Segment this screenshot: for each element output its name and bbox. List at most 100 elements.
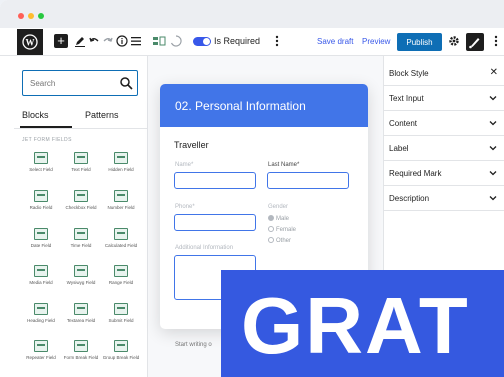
last-name-input[interactable]	[267, 172, 349, 189]
block-time-field[interactable]: Time Field	[59, 228, 103, 248]
close-icon[interactable]: ✕	[490, 67, 498, 78]
loading-icon	[170, 35, 182, 49]
jet-form-fields-heading: JET FORM FIELDS	[22, 137, 72, 143]
traveller-heading: Traveller	[174, 140, 209, 150]
chevron-down-icon	[489, 121, 497, 126]
block-textarea-field[interactable]: Textarea Field	[59, 303, 103, 323]
form-step-header: 02. Personal Information	[160, 84, 368, 127]
repeater-field-icon	[34, 340, 48, 352]
styles-brush-icon[interactable]	[466, 33, 484, 51]
radio-icon	[268, 237, 274, 243]
name-label: Name*	[175, 162, 194, 168]
radio-icon	[268, 226, 274, 232]
tab-blocks[interactable]: Blocks	[22, 110, 49, 120]
block-checkbox-field[interactable]: Checkbox Field	[59, 190, 103, 210]
editor-window: W + Is Required Save draft Preview Publi…	[0, 0, 504, 377]
block-media-field[interactable]: Media Field	[19, 265, 63, 285]
chevron-down-icon	[489, 196, 497, 201]
media-field-icon	[34, 265, 48, 277]
gender-option-other[interactable]: Other	[268, 237, 291, 244]
name-input[interactable]	[174, 172, 256, 189]
hidden-field-icon	[114, 152, 128, 164]
phone-label: Phone*	[175, 204, 195, 210]
list-view-icon[interactable]	[130, 35, 142, 49]
window-titlebar	[0, 0, 504, 28]
form-break-field-icon	[74, 340, 88, 352]
start-writing-placeholder[interactable]: Start writing o	[175, 342, 212, 348]
radio-field-icon	[34, 190, 48, 202]
pencil-icon[interactable]	[74, 35, 86, 49]
block-range-field[interactable]: Range Field	[99, 265, 143, 285]
jet-form-icon[interactable]	[152, 35, 166, 49]
block-select-field[interactable]: Select Field	[19, 152, 63, 172]
tabs-divider	[14, 128, 148, 129]
block-submit-field[interactable]: Submit Field	[99, 303, 143, 323]
block-radio-field[interactable]: Radio Field	[19, 190, 63, 210]
undo-icon[interactable]	[88, 35, 100, 49]
block-calculated-field[interactable]: Calculated Field	[99, 228, 143, 248]
block-wysiwyg-field[interactable]: Wysiwyg Field	[59, 265, 103, 285]
panel-label[interactable]: Label	[383, 136, 504, 161]
save-draft-button[interactable]: Save draft	[317, 37, 353, 46]
range-field-icon	[114, 265, 128, 277]
textarea-field-icon	[74, 303, 88, 315]
checkbox-field-icon	[74, 190, 88, 202]
editor-options-icon[interactable]	[493, 35, 499, 50]
inspector-header-block-style: Block Style ✕	[383, 61, 504, 86]
gender-label: Gender	[268, 204, 289, 210]
panel-required-mark[interactable]: Required Mark	[383, 161, 504, 186]
phone-input[interactable]	[174, 214, 256, 231]
info-icon[interactable]	[116, 35, 128, 49]
panel-text-input[interactable]: Text Input	[383, 86, 504, 111]
svg-text:W: W	[26, 38, 35, 48]
block-inserter-sidebar	[0, 56, 148, 377]
time-field-icon	[74, 228, 88, 240]
last-name-label: Last Name*	[268, 162, 300, 168]
preview-button[interactable]: Preview	[362, 37, 390, 46]
close-window-dot[interactable]	[18, 13, 24, 19]
minimize-window-dot[interactable]	[28, 13, 34, 19]
gender-option-male[interactable]: Male	[268, 215, 289, 222]
number-field-icon	[114, 190, 128, 202]
panel-description[interactable]: Description	[383, 186, 504, 211]
wordpress-logo-icon[interactable]: W	[17, 29, 43, 55]
search-placeholder: Search	[30, 79, 56, 88]
submit-field-icon	[114, 303, 128, 315]
block-number-field[interactable]: Number Field	[99, 190, 143, 210]
block-repeater-field[interactable]: Repeater Field	[19, 340, 63, 360]
gender-option-female[interactable]: Female	[268, 226, 296, 233]
text-field-icon	[74, 152, 88, 164]
calculated-field-icon	[114, 228, 128, 240]
banner-text: GRAT	[241, 281, 470, 370]
additional-information-label: Additional Information	[175, 245, 234, 251]
settings-gear-icon[interactable]	[448, 35, 460, 50]
select-field-icon	[34, 152, 48, 164]
block-heading-field[interactable]: Heading Field	[19, 303, 63, 323]
block-text-field[interactable]: Text Field	[59, 152, 103, 172]
chevron-down-icon	[489, 146, 497, 151]
block-hidden-field[interactable]: Hidden Field	[99, 152, 143, 172]
search-icon	[120, 77, 133, 90]
block-group-break-field[interactable]: Group Break Field	[99, 340, 143, 360]
block-form-break-field[interactable]: Form Break Field	[59, 340, 103, 360]
promo-banner: GRAT	[221, 270, 504, 377]
radio-selected-icon	[268, 215, 274, 221]
add-block-icon[interactable]: +	[54, 34, 68, 48]
chevron-down-icon	[489, 171, 497, 176]
active-tab-indicator	[20, 126, 72, 128]
block-search-input[interactable]: Search	[22, 70, 138, 96]
maximize-window-dot[interactable]	[38, 13, 44, 19]
is-required-toggle[interactable]	[193, 37, 211, 46]
is-required-label: Is Required	[214, 36, 261, 46]
redo-icon[interactable]	[102, 35, 114, 49]
wysiwyg-field-icon	[74, 265, 88, 277]
chevron-down-icon	[489, 96, 497, 101]
publish-button[interactable]: Publish	[397, 33, 442, 51]
more-options-icon[interactable]	[272, 35, 282, 49]
form-step-title: 02. Personal Information	[175, 99, 306, 113]
block-date-field[interactable]: Date Field	[19, 228, 63, 248]
panel-content[interactable]: Content	[383, 111, 504, 136]
date-field-icon	[34, 228, 48, 240]
tab-patterns[interactable]: Patterns	[85, 110, 119, 120]
heading-field-icon	[34, 303, 48, 315]
